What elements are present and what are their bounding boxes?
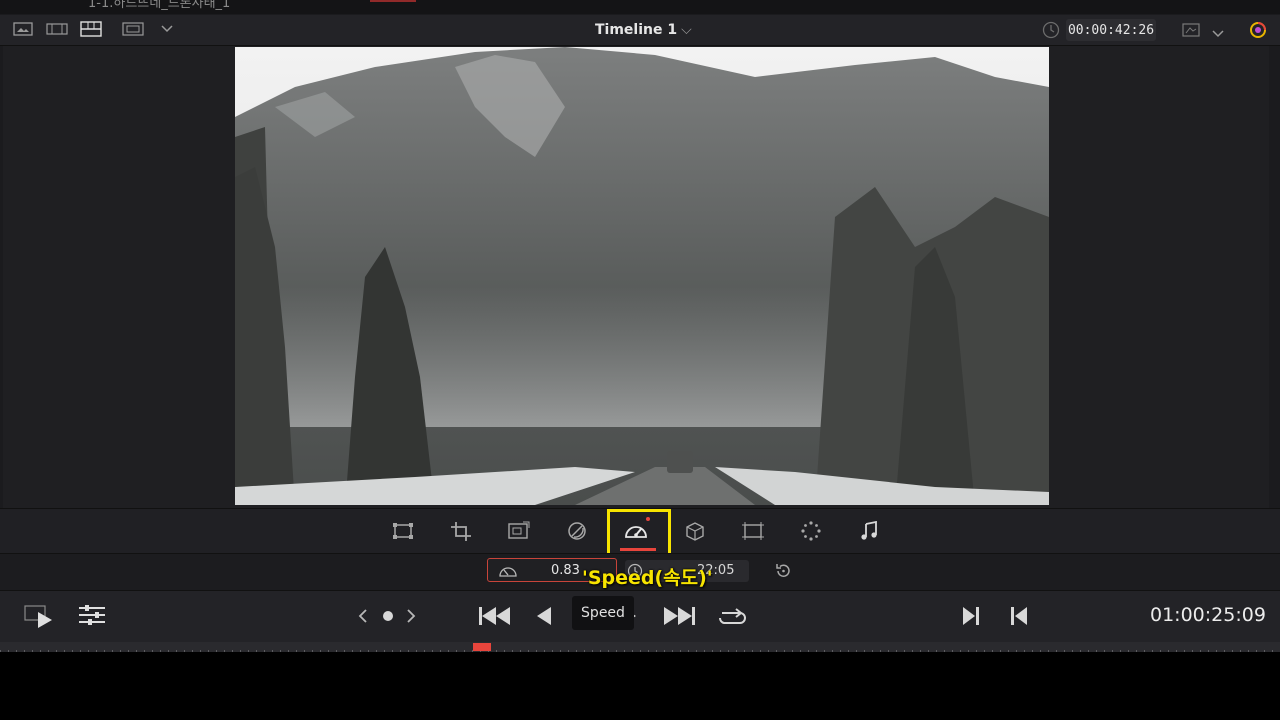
color-wheel-icon[interactable]: [1248, 20, 1268, 44]
open-fx-tool[interactable]: [564, 519, 590, 543]
annotation-highlight-box: [607, 509, 671, 556]
transform-tool[interactable]: [390, 519, 416, 543]
transport-bar: [0, 590, 1280, 643]
chevron-down-icon[interactable]: [1212, 23, 1224, 42]
fusion-tool[interactable]: [798, 519, 824, 543]
audio-tool[interactable]: [856, 519, 882, 543]
speed-value: 0.83: [551, 563, 580, 578]
speed-annotation-label: 'Speed(속도)': [582, 567, 713, 589]
go-to-start-icon[interactable]: [478, 604, 512, 628]
dual-viewer-icon[interactable]: [46, 21, 68, 37]
dynamic-zoom-tool[interactable]: [506, 519, 532, 543]
speed-tooltip: Speed: [572, 596, 634, 630]
go-to-end-icon[interactable]: [662, 604, 696, 628]
record-timecode: 01:00:25:09: [1150, 604, 1266, 626]
play-reverse-icon[interactable]: [534, 604, 554, 628]
settings-sliders-icon[interactable]: [78, 604, 106, 626]
reset-icon[interactable]: [774, 562, 792, 584]
next-keyframe-icon[interactable]: [404, 606, 418, 626]
smart-reframe-tool[interactable]: [740, 519, 766, 543]
window-title: 1-1.하드뜨네_드론사태_1: [88, 0, 231, 11]
prev-keyframe-icon[interactable]: [356, 606, 370, 626]
clip-playback-icon[interactable]: [24, 604, 56, 628]
3d-tool[interactable]: [682, 519, 708, 543]
chevron-down-icon[interactable]: [156, 21, 178, 37]
viewer-header: Timeline 1 ⌵ 00:00:42:26: [0, 15, 1280, 46]
jog-ruler[interactable]: [0, 642, 1280, 652]
mark-in-icon[interactable]: [960, 604, 982, 628]
crop-tool[interactable]: [448, 519, 474, 543]
safe-area-icon[interactable]: [122, 21, 144, 37]
chevron-down-icon: ⌵: [681, 22, 692, 38]
clock-icon[interactable]: [1041, 21, 1061, 43]
keyframe-dot-icon[interactable]: [380, 606, 396, 626]
timeline-name: Timeline 1: [595, 22, 678, 38]
mark-out-icon[interactable]: [1008, 604, 1030, 628]
loop-icon[interactable]: [716, 604, 748, 628]
overlay-icon[interactable]: [1180, 21, 1202, 43]
playhead[interactable]: [473, 643, 491, 651]
single-viewer-icon[interactable]: [12, 21, 34, 37]
speedometer-icon: [498, 563, 518, 582]
source-timecode: 00:00:42:26: [1066, 19, 1156, 41]
title-strip: 1-1.하드뜨네_드론사태_1: [0, 0, 1280, 14]
record-indicator: [370, 0, 416, 2]
timeline-selector[interactable]: Timeline 1 ⌵: [595, 22, 692, 38]
filmstrip-view-icon[interactable]: [80, 21, 102, 37]
video-frame: [235, 47, 1049, 505]
